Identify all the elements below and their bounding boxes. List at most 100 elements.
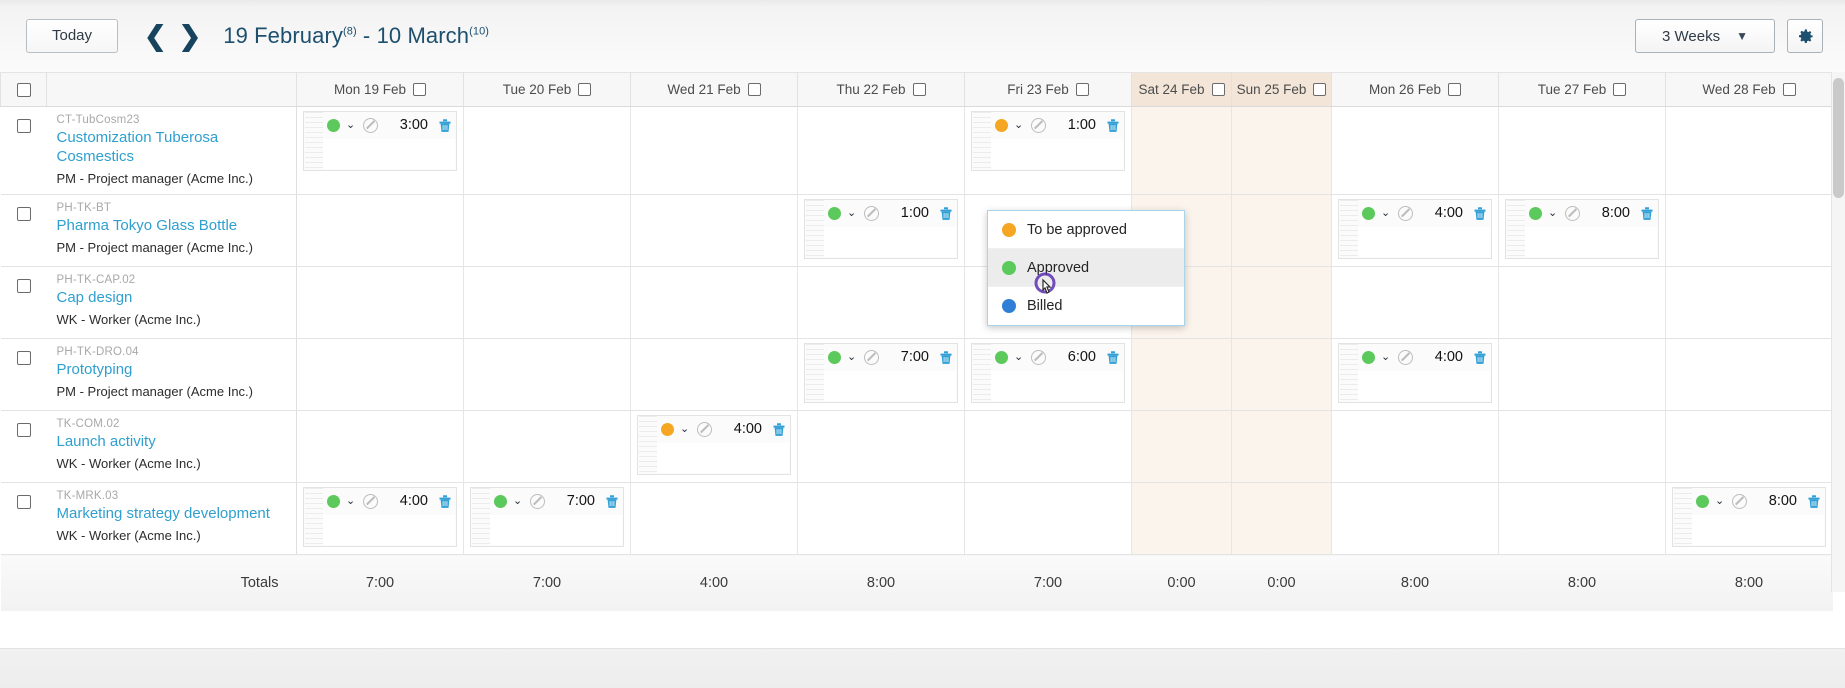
task-name-link[interactable]: Prototyping	[57, 361, 133, 378]
trash-icon[interactable]	[1807, 494, 1821, 509]
day-cell[interactable]	[463, 266, 631, 339]
row-select-cell[interactable]	[0, 266, 47, 339]
trash-icon[interactable]	[1473, 350, 1487, 365]
day-cell[interactable]	[463, 194, 631, 267]
day-cell[interactable]	[1665, 338, 1833, 411]
day-cell[interactable]	[296, 266, 464, 339]
day-cell[interactable]: ⌄ 4:00	[1331, 194, 1499, 267]
no-timer-icon[interactable]	[864, 205, 880, 221]
chevron-down-icon[interactable]: ⌄	[1381, 351, 1390, 363]
time-entry[interactable]: ⌄ 7:00	[804, 343, 958, 403]
day-select-checkbox[interactable]	[578, 83, 592, 96]
day-cell[interactable]	[1231, 106, 1332, 195]
today-button[interactable]: Today	[26, 19, 118, 53]
day-cell[interactable]	[797, 410, 965, 483]
chevron-down-icon[interactable]: ⌄	[1715, 495, 1724, 507]
task-name-link[interactable]: Marketing strategy development	[57, 505, 270, 522]
entry-status-dot[interactable]	[494, 494, 507, 508]
trash-icon[interactable]	[438, 118, 452, 133]
day-cell[interactable]: ⌄ 8:00	[1665, 482, 1833, 555]
no-timer-icon[interactable]	[1732, 493, 1748, 509]
entry-description-area[interactable]	[1674, 488, 1824, 545]
entry-status-dot[interactable]	[828, 206, 841, 220]
day-cell[interactable]	[1498, 338, 1666, 411]
row-select-checkbox[interactable]	[16, 118, 31, 133]
entry-status-dot[interactable]	[995, 350, 1008, 364]
time-entry[interactable]: ⌄ 3:00	[303, 111, 457, 171]
day-cell[interactable]	[1231, 266, 1332, 339]
day-select-checkbox[interactable]	[912, 83, 926, 96]
settings-button[interactable]	[1787, 19, 1823, 53]
day-cell[interactable]	[1331, 482, 1499, 555]
day-cell[interactable]	[1131, 106, 1232, 195]
day-cell[interactable]	[630, 338, 798, 411]
day-cell[interactable]: ⌄ 7:00	[797, 338, 965, 411]
task-name-link[interactable]: Launch activity	[57, 433, 156, 450]
row-select-checkbox[interactable]	[16, 278, 31, 293]
day-cell[interactable]	[1231, 410, 1332, 483]
day-cell[interactable]: ⌄ 3:00	[296, 106, 464, 195]
day-cell[interactable]	[964, 482, 1132, 555]
chevron-right-icon[interactable]: ❯	[179, 22, 202, 50]
status-option[interactable]: Approved	[988, 249, 1184, 287]
entry-hours[interactable]: 4:00	[400, 493, 433, 509]
entry-status-dot[interactable]	[1362, 206, 1375, 220]
entry-hours[interactable]: 1:00	[901, 205, 934, 221]
chevron-down-icon[interactable]: ⌄	[847, 351, 856, 363]
trash-icon[interactable]	[939, 206, 953, 221]
day-cell[interactable]	[630, 266, 798, 339]
entry-hours[interactable]: 4:00	[1435, 349, 1468, 365]
day-cell[interactable]	[1498, 482, 1666, 555]
select-all-checkbox[interactable]	[16, 83, 31, 98]
day-cell[interactable]: ⌄ 7:00	[463, 482, 631, 555]
no-timer-icon[interactable]	[1565, 205, 1581, 221]
task-name-link[interactable]: Pharma Tokyo Glass Bottle	[57, 217, 238, 234]
entry-hours[interactable]: 4:00	[1435, 205, 1468, 221]
task-name-link[interactable]: Customization Tuberosa Cosmestics	[57, 129, 219, 165]
entry-description-area[interactable]	[1340, 344, 1490, 401]
day-cell[interactable]	[797, 106, 965, 195]
chevron-down-icon[interactable]: ⌄	[1014, 351, 1023, 363]
row-select-cell[interactable]	[0, 410, 47, 483]
entry-hours[interactable]: 4:00	[734, 421, 767, 437]
entry-description-area[interactable]	[305, 488, 455, 545]
no-timer-icon[interactable]	[1031, 349, 1047, 365]
day-cell[interactable]	[1498, 106, 1666, 195]
chevron-down-icon[interactable]: ⌄	[680, 423, 689, 435]
entry-description-area[interactable]	[973, 344, 1123, 401]
day-cell[interactable]	[1231, 338, 1332, 411]
chevron-down-icon[interactable]: ⌄	[847, 207, 856, 219]
day-cell[interactable]	[1665, 410, 1833, 483]
chevron-down-icon[interactable]: ⌄	[513, 495, 522, 507]
time-entry[interactable]: ⌄ 1:00	[971, 111, 1125, 171]
day-cell[interactable]: ⌄ 4:00	[1331, 338, 1499, 411]
entry-description-area[interactable]	[806, 200, 956, 257]
chevron-down-icon[interactable]: ⌄	[346, 495, 355, 507]
day-cell[interactable]	[296, 338, 464, 411]
day-cell[interactable]	[1131, 338, 1232, 411]
day-cell[interactable]	[1498, 410, 1666, 483]
day-cell[interactable]	[463, 338, 631, 411]
row-select-cell[interactable]	[0, 482, 47, 555]
day-select-checkbox[interactable]	[1075, 83, 1089, 96]
trash-icon[interactable]	[438, 494, 452, 509]
day-cell[interactable]: ⌄ 4:00	[630, 410, 798, 483]
weeks-range-select[interactable]: 3 Weeks ▼	[1635, 19, 1775, 53]
day-select-checkbox[interactable]	[1782, 83, 1796, 96]
entry-hours[interactable]: 7:00	[901, 349, 934, 365]
trash-icon[interactable]	[1106, 350, 1120, 365]
row-select-cell[interactable]	[0, 106, 47, 195]
day-cell[interactable]	[1665, 106, 1833, 195]
trash-icon[interactable]	[1640, 206, 1654, 221]
row-select-cell[interactable]	[0, 338, 47, 411]
day-select-checkbox[interactable]	[1313, 83, 1327, 96]
status-dropdown-menu[interactable]: To be approved Approved Billed	[987, 210, 1185, 326]
day-cell[interactable]	[1131, 410, 1232, 483]
day-cell[interactable]: ⌄ 4:00	[296, 482, 464, 555]
entry-hours[interactable]: 3:00	[400, 117, 433, 133]
row-select-checkbox[interactable]	[16, 350, 31, 365]
no-timer-icon[interactable]	[697, 421, 713, 437]
trash-icon[interactable]	[605, 494, 619, 509]
day-cell[interactable]	[1498, 266, 1666, 339]
trash-icon[interactable]	[1473, 206, 1487, 221]
